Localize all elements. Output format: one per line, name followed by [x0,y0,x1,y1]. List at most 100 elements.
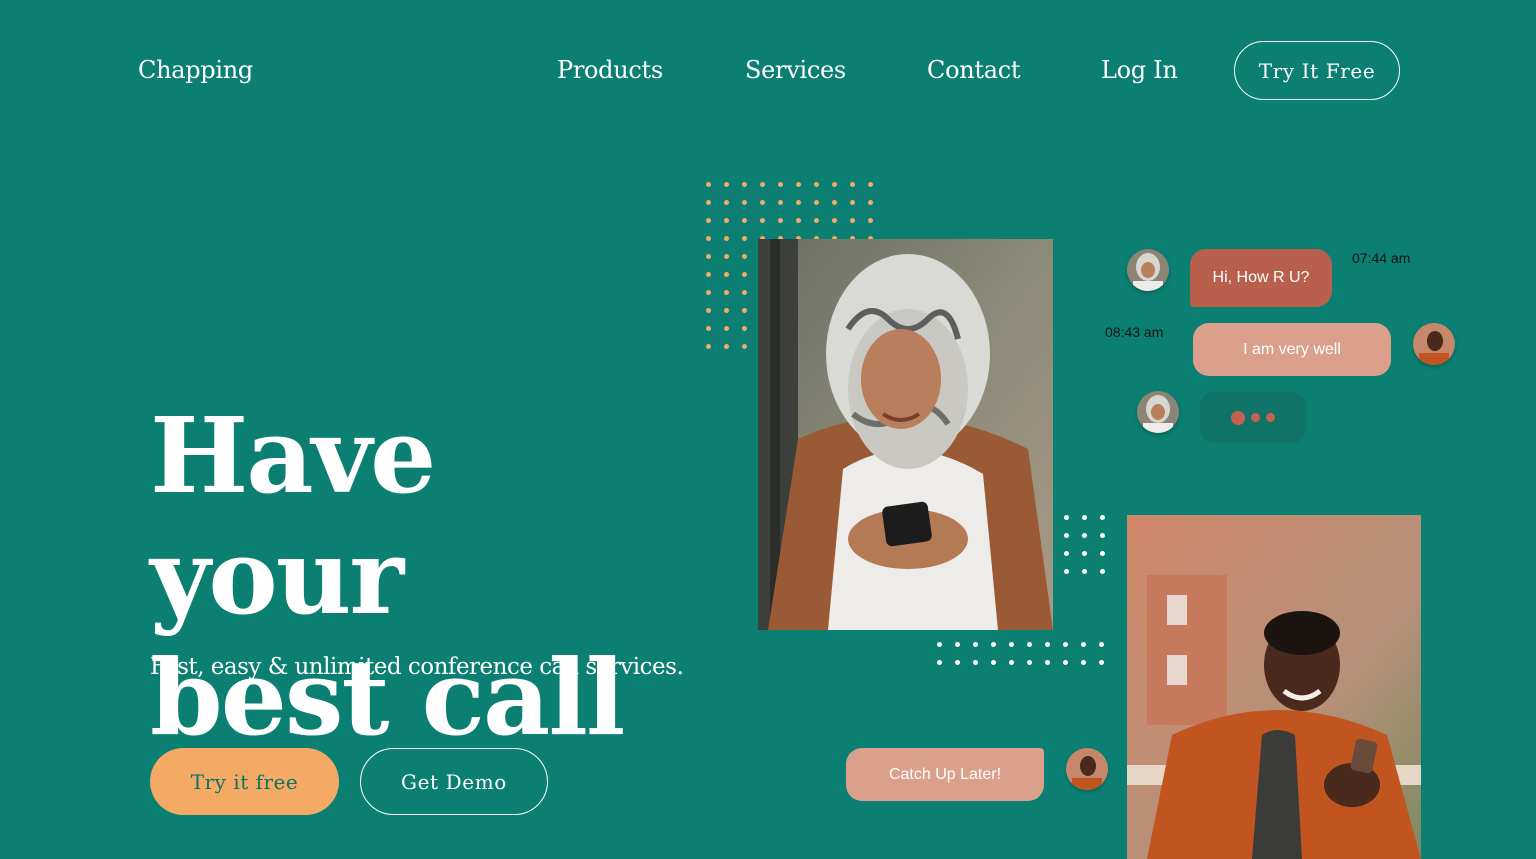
decorative-dot [1100,533,1105,538]
nav-link-products[interactable]: Products [557,56,663,84]
decorative-dot [1082,533,1087,538]
try-it-free-nav-button[interactable]: Try It Free [1234,41,1400,100]
chat-message-very-well: I am very well [1193,323,1391,376]
decorative-dot [814,200,819,205]
decorative-dot [955,660,960,665]
decorative-dot [850,200,855,205]
chat-timestamp-1: 07:44 am [1352,250,1411,266]
decorative-dot [1099,660,1104,665]
avatar-man-bottom [1066,748,1108,790]
decorative-dot [1064,569,1069,574]
decorative-dot [850,218,855,223]
decorative-dot [706,182,711,187]
decorative-dot [832,200,837,205]
decorative-dot [742,236,747,241]
decorative-dot [955,642,960,647]
avatar-woman [1127,249,1169,291]
decorative-dot-grid-white-right [1064,515,1105,574]
decorative-dot [724,290,729,295]
decorative-dot [1009,642,1014,647]
get-demo-button[interactable]: Get Demo [360,748,548,815]
nav-link-contact[interactable]: Contact [927,56,1021,84]
decorative-dot [706,290,711,295]
decorative-dot [778,182,783,187]
typing-dot-icon [1251,413,1260,422]
decorative-dot [760,218,765,223]
decorative-dot [1045,660,1050,665]
decorative-dot [1064,551,1069,556]
decorative-dot [706,236,711,241]
decorative-dot [724,308,729,313]
hero-title: Have your best call [150,395,710,758]
decorative-dot [1099,642,1104,647]
decorative-dot [724,344,729,349]
decorative-dot [832,182,837,187]
nav-link-login[interactable]: Log In [1101,56,1178,84]
decorative-dot [742,326,747,331]
brand-logo[interactable]: Chapping [138,56,253,84]
hero-title-line-1: Have your [150,394,436,638]
decorative-dot [742,254,747,259]
decorative-dot [796,218,801,223]
decorative-dot [724,254,729,259]
decorative-dot [1064,533,1069,538]
decorative-dot [1100,569,1105,574]
decorative-dot [706,254,711,259]
decorative-dot [1082,551,1087,556]
decorative-dot [778,200,783,205]
decorative-dot-grid-orange-left [706,272,747,349]
chat-message-catch-up: Catch Up Later! [846,748,1044,801]
decorative-dot [973,660,978,665]
decorative-dot [724,236,729,241]
decorative-dot [796,200,801,205]
decorative-dot [724,218,729,223]
decorative-dot [742,218,747,223]
decorative-dot [814,182,819,187]
decorative-dot [706,218,711,223]
decorative-dot [742,344,747,349]
decorative-dot [850,182,855,187]
decorative-dot [760,182,765,187]
decorative-dot [724,200,729,205]
decorative-dot [991,642,996,647]
typing-dot-icon [1266,413,1275,422]
avatar-man [1413,323,1455,365]
decorative-dot [1081,642,1086,647]
decorative-dot [796,182,801,187]
decorative-dot [832,218,837,223]
avatar-woman-typing [1137,391,1179,433]
decorative-dot [742,308,747,313]
decorative-dot [706,308,711,313]
decorative-dot [724,272,729,277]
chat-timestamp-2: 08:43 am [1105,324,1164,340]
decorative-dot [1100,551,1105,556]
decorative-dot [973,642,978,647]
decorative-dot [1063,660,1068,665]
decorative-dot [868,182,873,187]
decorative-dot [742,182,747,187]
decorative-dot [706,344,711,349]
decorative-dot [1100,515,1105,520]
decorative-dot [814,218,819,223]
nav-link-services[interactable]: Services [745,56,846,84]
typing-dot-icon [1231,410,1245,425]
decorative-dot [1009,660,1014,665]
decorative-dot [937,642,942,647]
decorative-dot [868,200,873,205]
try-it-free-button[interactable]: Try it free [150,748,339,815]
decorative-dot [706,272,711,277]
decorative-dot [937,660,942,665]
woman-with-phone-photo [758,239,1053,630]
decorative-dot [1045,642,1050,647]
typing-indicator [1200,392,1306,443]
decorative-dot [724,182,729,187]
decorative-dot [1063,642,1068,647]
decorative-dot [742,290,747,295]
decorative-dot [706,326,711,331]
decorative-dot [868,218,873,223]
decorative-dot [991,660,996,665]
decorative-dot [724,326,729,331]
decorative-dot [1082,515,1087,520]
man-with-phone-photo [1127,515,1421,859]
chat-message-hi: Hi, How R U? [1190,249,1332,307]
